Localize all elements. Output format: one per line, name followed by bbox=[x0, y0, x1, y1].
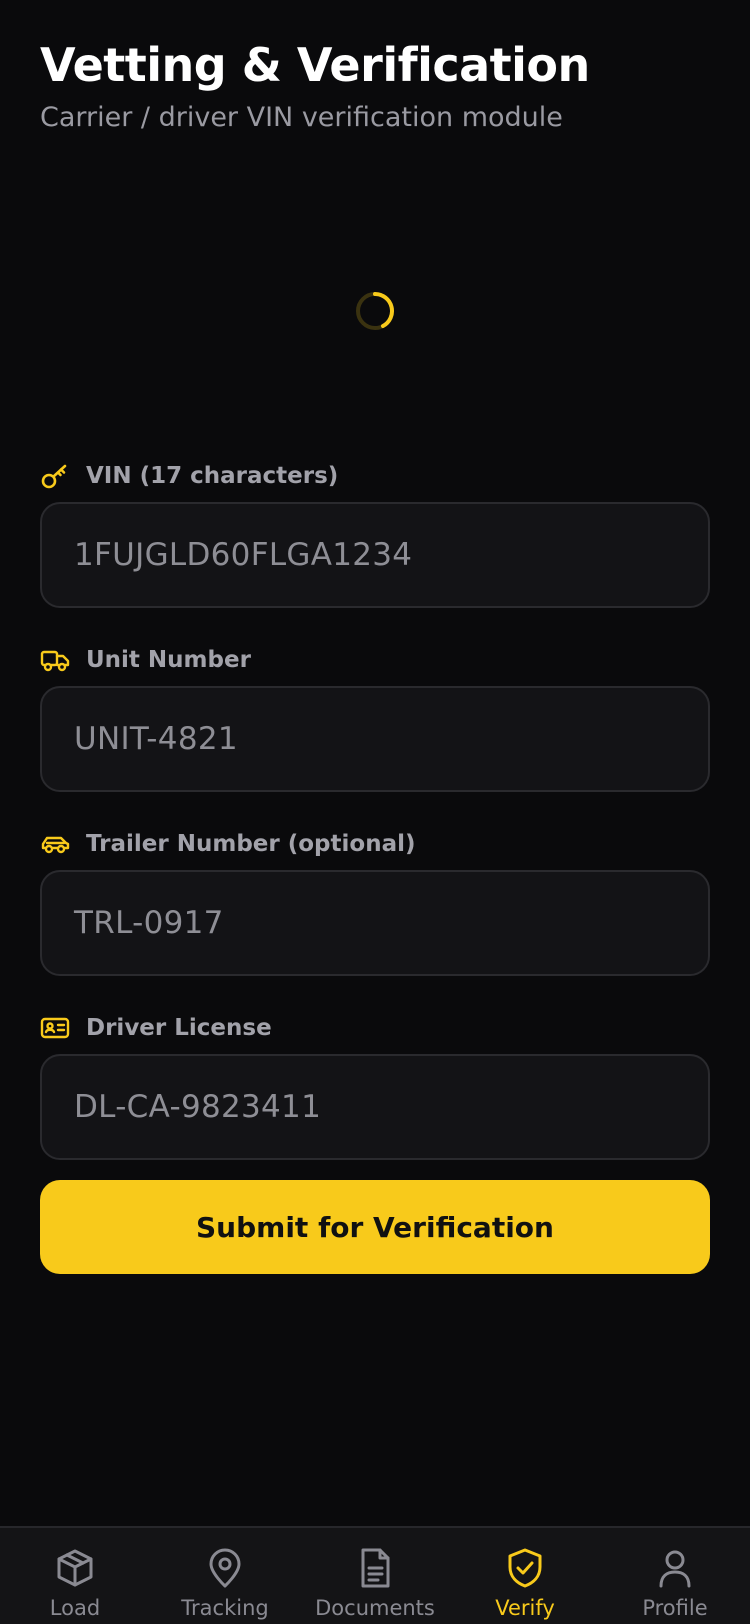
box-icon bbox=[57, 1549, 93, 1587]
tab-documents[interactable]: Documents bbox=[300, 1528, 450, 1624]
driver-license-placeholder: DL-CA-9823411 bbox=[74, 1089, 322, 1125]
id-card-icon bbox=[40, 1013, 70, 1043]
driver-license-label-row: Driver License bbox=[40, 1006, 710, 1050]
truck-icon bbox=[40, 645, 70, 675]
user-icon bbox=[659, 1550, 691, 1588]
vin-input[interactable]: 1FUJGLD60FLGA1234 bbox=[40, 502, 710, 608]
tab-tracking-label: Tracking bbox=[181, 1596, 269, 1620]
page-header: Vetting & Verification Carrier / driver … bbox=[40, 36, 710, 136]
driver-license-field-group: Driver License DL-CA-9823411 bbox=[40, 1006, 710, 1160]
trailer-number-placeholder: TRL-0917 bbox=[74, 905, 224, 941]
submit-verification-button[interactable]: Submit for Verification bbox=[40, 1180, 710, 1274]
unit-number-placeholder: UNIT-4821 bbox=[74, 721, 238, 757]
vin-label-row: VIN (17 characters) bbox=[40, 454, 710, 498]
loading-spinner-icon bbox=[356, 292, 394, 330]
trailer-number-label: Trailer Number (optional) bbox=[86, 831, 416, 857]
vin-placeholder: 1FUJGLD60FLGA1234 bbox=[74, 537, 413, 573]
tab-load-label: Load bbox=[49, 1596, 101, 1620]
vin-field-group: VIN (17 characters) 1FUJGLD60FLGA1234 bbox=[40, 454, 710, 608]
page-title: Vetting & Verification bbox=[40, 38, 590, 92]
trailer-number-field-group: Trailer Number (optional) TRL-0917 bbox=[40, 822, 710, 976]
unit-number-field-group: Unit Number UNIT-4821 bbox=[40, 638, 710, 792]
tab-profile[interactable]: Profile bbox=[600, 1528, 750, 1624]
map-pin-icon bbox=[209, 1548, 241, 1588]
driver-license-input[interactable]: DL-CA-9823411 bbox=[40, 1054, 710, 1160]
unit-number-input[interactable]: UNIT-4821 bbox=[40, 686, 710, 792]
unit-number-label-row: Unit Number bbox=[40, 638, 710, 682]
vin-label: VIN (17 characters) bbox=[86, 463, 339, 489]
trailer-number-label-row: Trailer Number (optional) bbox=[40, 822, 710, 866]
bottom-tab-bar: Load Tracking Documents Verify Profile bbox=[0, 1526, 750, 1624]
tab-documents-label: Documents bbox=[315, 1596, 435, 1620]
trailer-number-input[interactable]: TRL-0917 bbox=[40, 870, 710, 976]
key-icon bbox=[40, 461, 70, 491]
tab-profile-label: Profile bbox=[642, 1596, 708, 1620]
unit-number-label: Unit Number bbox=[86, 647, 251, 673]
tab-tracking[interactable]: Tracking bbox=[150, 1528, 300, 1624]
driver-license-label: Driver License bbox=[86, 1015, 272, 1041]
page-subtitle: Carrier / driver VIN verification module bbox=[40, 102, 563, 133]
car-icon bbox=[40, 829, 70, 859]
verification-form: VIN (17 characters) 1FUJGLD60FLGA1234 Un… bbox=[40, 454, 710, 1190]
tab-verify-label: Verify bbox=[495, 1596, 555, 1620]
tab-load[interactable]: Load bbox=[0, 1528, 150, 1624]
tab-verify[interactable]: Verify bbox=[450, 1528, 600, 1624]
shield-check-icon bbox=[508, 1548, 542, 1588]
document-icon bbox=[361, 1548, 390, 1588]
